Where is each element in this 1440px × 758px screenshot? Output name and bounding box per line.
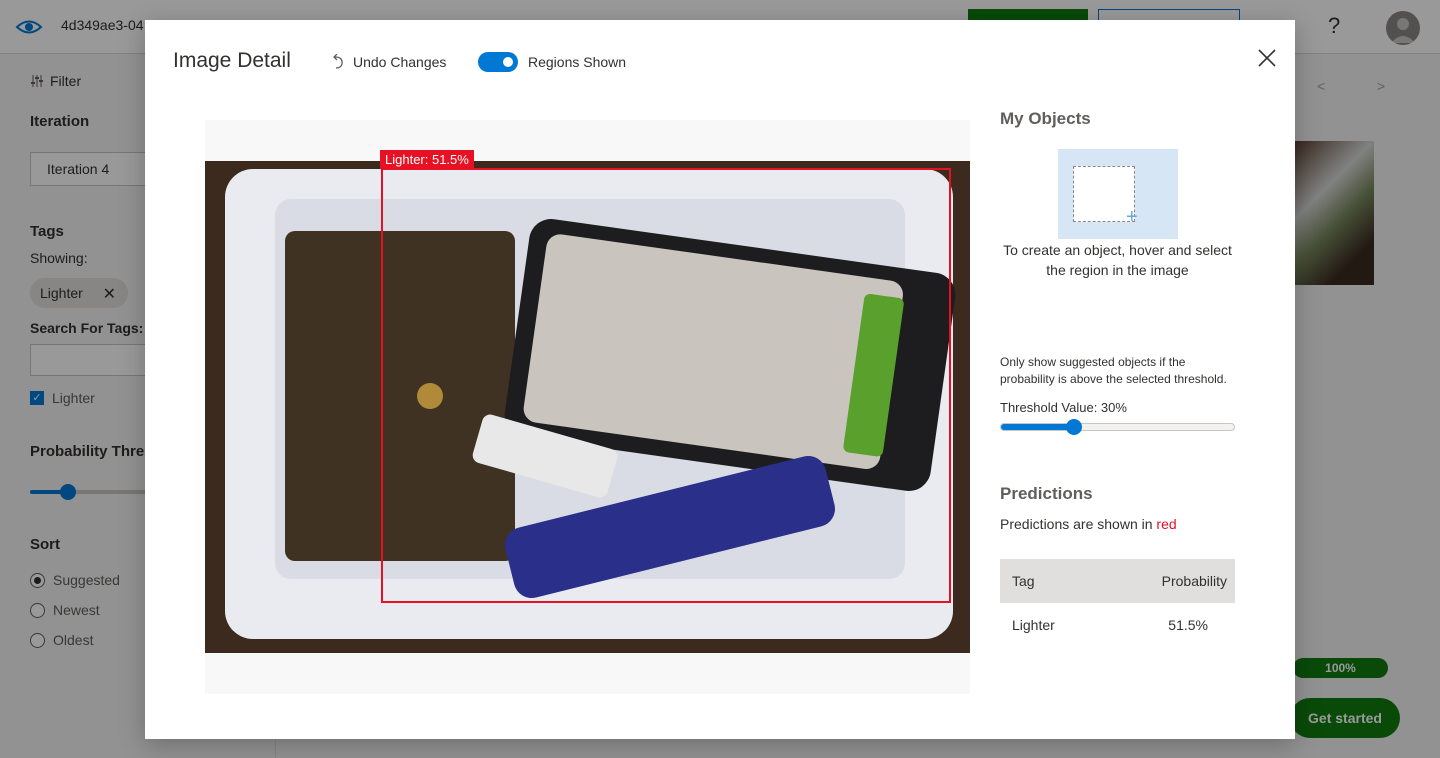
threshold-slider[interactable] [1000, 419, 1235, 435]
image-detail-dialog: Image Detail Undo Changes Regions Shown [145, 20, 1295, 739]
image-canvas[interactable]: Lighter: 51.5% [205, 120, 970, 694]
undo-label: Undo Changes [353, 54, 447, 70]
undo-changes-button[interactable]: Undo Changes [331, 54, 446, 70]
add-region-icon: + [1126, 206, 1138, 228]
undo-icon [333, 54, 343, 69]
cell-probability: 51.5% [1168, 617, 1208, 633]
my-objects-heading: My Objects [1000, 109, 1091, 128]
create-object-illustration: + [1058, 149, 1178, 239]
threshold-slider-fill [1001, 424, 1074, 430]
predictions-note-text: Predictions are shown in [1000, 516, 1157, 532]
column-header-probability[interactable]: Probability [1162, 573, 1227, 589]
prediction-region-box[interactable] [381, 168, 951, 603]
threshold-slider-thumb[interactable] [1065, 419, 1082, 435]
threshold-label: Threshold Value: 30% [1000, 400, 1127, 415]
details-panel: My Objects + To create an object, hover … [1000, 20, 1240, 739]
threshold-note: Only show suggested objects if the proba… [1000, 355, 1227, 386]
regions-toggle-label: Regions Shown [528, 54, 627, 70]
regions-toggle-group: Regions Shown [478, 52, 626, 72]
predictions-note-color: red [1156, 516, 1177, 532]
predictions-table: Tag Probability Lighter 51.5% [1000, 559, 1235, 647]
cell-tag: Lighter [1012, 617, 1055, 633]
table-row[interactable]: Lighter 51.5% [1000, 603, 1235, 647]
column-header-tag[interactable]: Tag [1012, 573, 1035, 589]
predictions-note: Predictions are shown in red [1000, 516, 1177, 532]
regions-toggle[interactable] [478, 52, 518, 72]
toggle-knob [503, 57, 513, 67]
table-header: Tag Probability [1000, 559, 1235, 603]
predictions-heading: Predictions [1000, 484, 1093, 503]
objects-caption: To create an object, hover and select th… [1003, 242, 1232, 278]
dialog-title: Image Detail [173, 49, 291, 72]
prediction-region-label: Lighter: 51.5% [380, 150, 474, 169]
close-icon[interactable] [1256, 47, 1278, 69]
